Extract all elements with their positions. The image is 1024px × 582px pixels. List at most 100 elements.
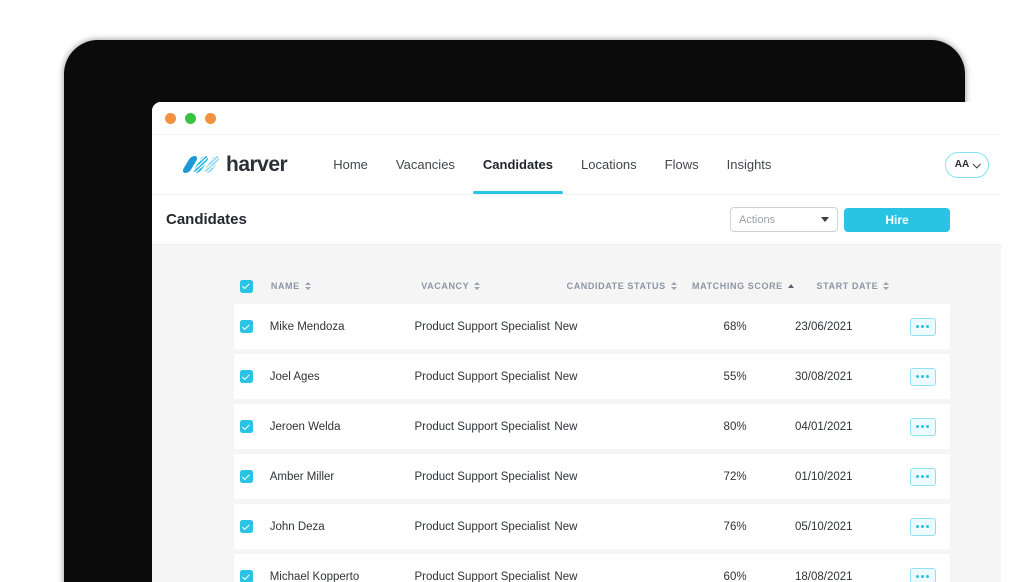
row-checkbox[interactable]: [240, 470, 253, 483]
candidate-vacancy: Product Support Specialist: [414, 571, 554, 582]
start-date: 04/01/2021: [795, 421, 910, 433]
check-icon: [242, 422, 250, 430]
matching-score: 68%: [675, 321, 795, 333]
hire-button[interactable]: Hire: [844, 208, 950, 232]
row-actions-button[interactable]: [910, 318, 936, 336]
table-row: Joel Ages Product Support Specialist New…: [234, 354, 950, 399]
candidate-vacancy: Product Support Specialist: [414, 521, 554, 533]
row-checkbox[interactable]: [240, 320, 253, 333]
row-checkbox[interactable]: [240, 420, 253, 433]
candidate-name: John Deza: [270, 521, 415, 533]
candidate-status: New: [554, 521, 675, 533]
close-window-icon[interactable]: [165, 113, 176, 124]
brand-wordmark: harver: [226, 153, 287, 177]
chevron-down-icon: [973, 160, 981, 168]
harver-logo[interactable]: harver: [186, 153, 287, 177]
row-actions-button[interactable]: [910, 418, 936, 436]
matching-score: 55%: [675, 371, 795, 383]
table-row: Amber Miller Product Support Specialist …: [234, 454, 950, 499]
row-checkbox[interactable]: [240, 370, 253, 383]
matching-score: 76%: [675, 521, 795, 533]
column-header-matching-score[interactable]: Matching Score: [692, 281, 816, 291]
row-checkbox[interactable]: [240, 570, 253, 582]
ellipsis-icon: [921, 325, 924, 328]
table-row: Michael Kopperto Product Support Special…: [234, 554, 950, 582]
top-nav-bar: harver Home Vacancies Candidates Locatio…: [152, 135, 1001, 195]
column-header-vacancy[interactable]: Vacancy: [421, 281, 566, 291]
app-window: harver Home Vacancies Candidates Locatio…: [152, 102, 1001, 582]
sort-icon: [305, 282, 311, 290]
column-header-start-date[interactable]: Start Date: [817, 281, 936, 291]
row-actions-button[interactable]: [910, 468, 936, 486]
candidate-status: New: [554, 321, 675, 333]
candidate-name: Michael Kopperto: [270, 571, 415, 582]
ellipsis-icon: [921, 525, 924, 528]
nav-item-label: Vacancies: [396, 157, 455, 172]
matching-score: 80%: [675, 421, 795, 433]
start-date: 18/08/2021: [795, 571, 910, 582]
ellipsis-icon: [921, 375, 924, 378]
stage: harver Home Vacancies Candidates Locatio…: [0, 0, 1024, 582]
matching-score: 72%: [675, 471, 795, 483]
account-menu-button[interactable]: AA: [945, 152, 989, 178]
maximize-window-icon[interactable]: [205, 113, 216, 124]
nav-item-label: Flows: [665, 157, 699, 172]
caret-down-icon: [821, 217, 829, 222]
candidate-name: Jeroen Welda: [270, 421, 415, 433]
sort-icon: [883, 282, 889, 290]
nav-item-candidates[interactable]: Candidates: [469, 135, 567, 194]
candidate-status: New: [554, 471, 675, 483]
column-label: Vacancy: [421, 281, 469, 291]
sort-icon: [671, 282, 677, 290]
minimize-window-icon[interactable]: [185, 113, 196, 124]
table-row: John Deza Product Support Specialist New…: [234, 504, 950, 549]
start-date: 30/08/2021: [795, 371, 910, 383]
column-label: Start Date: [817, 281, 879, 291]
column-label: Name: [271, 281, 300, 291]
table-row: Jeroen Welda Product Support Specialist …: [234, 404, 950, 449]
candidates-table: Name Vacancy Candidate Status Matching S…: [152, 245, 1001, 582]
column-label: Candidate Status: [567, 281, 666, 291]
row-actions-button[interactable]: [910, 518, 936, 536]
table-header-row: Name Vacancy Candidate Status Matching S…: [234, 273, 950, 299]
candidate-status: New: [554, 421, 675, 433]
candidate-vacancy: Product Support Specialist: [414, 371, 554, 383]
nav-item-home[interactable]: Home: [319, 135, 382, 194]
start-date: 23/06/2021: [795, 321, 910, 333]
nav-item-vacancies[interactable]: Vacancies: [382, 135, 469, 194]
select-all-checkbox[interactable]: [240, 280, 253, 293]
check-icon: [242, 322, 250, 330]
candidate-status: New: [554, 371, 675, 383]
nav-item-label: Candidates: [483, 157, 553, 172]
table-row: Mike Mendoza Product Support Specialist …: [234, 304, 950, 349]
candidate-vacancy: Product Support Specialist: [414, 421, 554, 433]
candidate-vacancy: Product Support Specialist: [414, 321, 554, 333]
device-frame: harver Home Vacancies Candidates Locatio…: [64, 40, 965, 582]
window-chrome-bar: [152, 102, 1001, 135]
nav-item-insights[interactable]: Insights: [713, 135, 786, 194]
candidate-name: Joel Ages: [270, 371, 415, 383]
sort-asc-icon: [788, 284, 794, 288]
ellipsis-icon: [921, 425, 924, 428]
matching-score: 60%: [675, 571, 795, 582]
page-header: Candidates Actions Hire: [152, 195, 1001, 245]
row-actions-button[interactable]: [910, 368, 936, 386]
row-actions-button[interactable]: [910, 568, 936, 582]
nav-item-label: Locations: [581, 157, 637, 172]
nav-item-flows[interactable]: Flows: [651, 135, 713, 194]
harver-leaves-icon: [186, 156, 219, 173]
column-header-candidate-status[interactable]: Candidate Status: [567, 281, 692, 291]
page-title: Candidates: [166, 211, 247, 228]
actions-dropdown-value: Actions: [739, 214, 775, 226]
nav-item-locations[interactable]: Locations: [567, 135, 651, 194]
nav-item-label: Home: [333, 157, 368, 172]
account-initials: AA: [955, 159, 969, 170]
column-header-name[interactable]: Name: [271, 281, 421, 291]
nav-item-label: Insights: [727, 157, 772, 172]
row-checkbox[interactable]: [240, 520, 253, 533]
check-icon: [242, 281, 250, 289]
candidate-name: Mike Mendoza: [270, 321, 415, 333]
start-date: 05/10/2021: [795, 521, 910, 533]
actions-dropdown[interactable]: Actions: [730, 207, 838, 232]
check-icon: [242, 472, 250, 480]
